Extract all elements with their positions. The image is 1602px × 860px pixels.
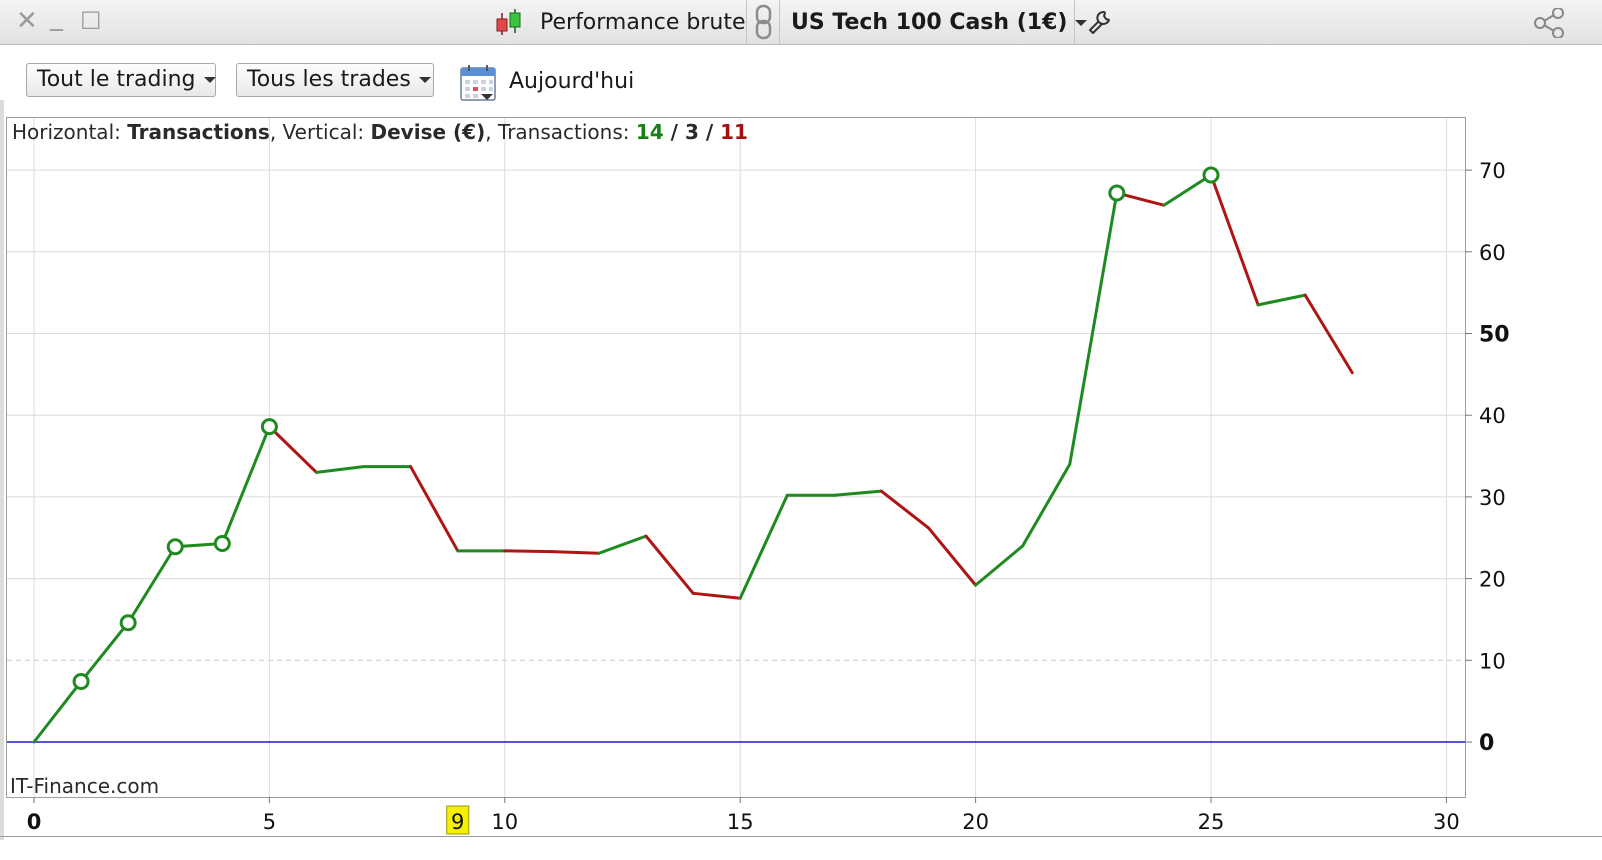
series-segment-loss bbox=[503, 549, 554, 554]
x-tick-label: 20 bbox=[962, 810, 989, 834]
series-segment-gain bbox=[1256, 293, 1307, 307]
watermark: IT-Finance.com bbox=[10, 774, 160, 798]
x-tick-label: 0 bbox=[27, 810, 42, 834]
series-segment-loss bbox=[1209, 173, 1260, 307]
x-tick-label: 5 bbox=[263, 810, 276, 834]
x-tick-label: 15 bbox=[727, 810, 754, 834]
separator: / bbox=[663, 120, 685, 144]
y-tick-label: 20 bbox=[1479, 568, 1506, 592]
series-segment-gain bbox=[1068, 191, 1119, 466]
series-segment-gain bbox=[126, 545, 177, 625]
series-segment-loss bbox=[691, 591, 742, 600]
series-segment-loss bbox=[409, 465, 460, 553]
series-segment-loss bbox=[644, 534, 695, 595]
peak-marker bbox=[72, 673, 90, 691]
peak-marker bbox=[1108, 184, 1126, 202]
series-segment-gain bbox=[974, 544, 1025, 587]
y-tick-label: 0 bbox=[1479, 731, 1494, 756]
neutral-trades-count: 3 bbox=[684, 120, 699, 144]
series-segment-loss bbox=[267, 425, 318, 474]
vertical-value: Devise (€) bbox=[370, 120, 486, 144]
y-tick-label: 10 bbox=[1479, 649, 1506, 673]
chart-info: Horizontal: Transactions, Vertical: Devi… bbox=[12, 119, 748, 145]
peak-marker bbox=[166, 538, 184, 556]
y-tick-label: 30 bbox=[1479, 486, 1506, 510]
horizontal-prefix: Horizontal: bbox=[12, 120, 128, 144]
bottom-divider bbox=[0, 836, 1602, 837]
losing-trades-count: 11 bbox=[720, 120, 748, 144]
x-tick-label: 30 bbox=[1433, 810, 1460, 834]
horizontal-value: Transactions bbox=[127, 120, 270, 144]
series-segment-gain bbox=[1021, 462, 1072, 548]
series-segment-loss bbox=[927, 526, 978, 587]
x-cursor-label: 9 bbox=[451, 810, 464, 834]
peak-marker bbox=[260, 418, 278, 436]
peak-marker bbox=[1202, 166, 1220, 184]
series-segment-gain bbox=[832, 489, 883, 497]
y-tick-label: 60 bbox=[1479, 241, 1506, 265]
series-segment-gain bbox=[597, 534, 648, 555]
y-tick-label: 40 bbox=[1479, 404, 1506, 428]
series-segment-gain bbox=[32, 680, 83, 744]
peak-marker bbox=[213, 534, 231, 552]
x-tick-label: 25 bbox=[1198, 810, 1225, 834]
separator: / bbox=[698, 120, 721, 144]
y-tick-label: 50 bbox=[1479, 323, 1510, 348]
winning-trades-count: 14 bbox=[635, 120, 664, 144]
series-segment-gain bbox=[314, 465, 366, 474]
vertical-prefix: , Vertical: bbox=[269, 120, 371, 144]
series-segment-gain bbox=[79, 621, 130, 684]
x-tick-label: 10 bbox=[491, 810, 518, 834]
y-tick-label: 70 bbox=[1479, 159, 1506, 183]
peak-marker bbox=[119, 614, 137, 632]
series-segment-gain bbox=[220, 425, 271, 545]
series-segment-loss bbox=[550, 550, 601, 555]
series-segment-gain bbox=[738, 493, 789, 600]
transactions-prefix: , Transactions: bbox=[485, 120, 636, 144]
